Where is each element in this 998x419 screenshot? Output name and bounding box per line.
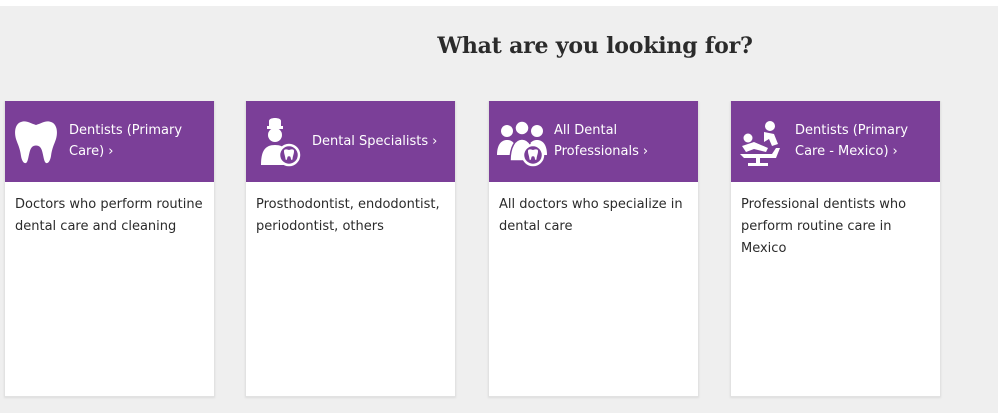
tooth-icon xyxy=(11,117,61,167)
card-dentists-primary-care-mexico-header[interactable]: Dentists (Primary Care - Mexico) › xyxy=(731,101,940,182)
bottom-strip xyxy=(0,413,998,419)
card-description: All doctors who specialize in dental car… xyxy=(499,197,683,234)
card-all-dental-professionals-header[interactable]: All Dental Professionals › xyxy=(489,101,698,182)
card-label-line1: All Dental xyxy=(554,123,618,138)
card-dentists-primary-care-mexico-label[interactable]: Dentists (Primary Care - Mexico) › xyxy=(795,120,935,162)
card-dentists-primary-care-header[interactable]: Dentists (Primary Care) › xyxy=(5,101,214,182)
card-dentists-primary-care-label[interactable]: Dentists (Primary Care) › xyxy=(69,120,209,162)
card-dentists-primary-care-mexico: Dentists (Primary Care - Mexico) › Profes… xyxy=(730,101,941,397)
card-all-dental-professionals-label[interactable]: All Dental Professionals › xyxy=(554,120,694,162)
card-dental-specialists: Dental Specialists › Prosthodontist, endo… xyxy=(245,101,456,397)
card-dental-specialists-header[interactable]: Dental Specialists › xyxy=(246,101,455,182)
card-label-line1: Dentists (Primary xyxy=(795,123,909,138)
card-dental-specialists-label[interactable]: Dental Specialists › xyxy=(312,131,452,152)
card-description: Prosthodontist, endodontist, periodontis… xyxy=(256,197,440,234)
card-label-line2: Professionals xyxy=(554,144,639,159)
card-dentists-primary-care: Dentists (Primary Care) › Doctors who per… xyxy=(4,101,215,397)
chevron-right-icon: › xyxy=(432,134,438,149)
card-label-line2: Care) xyxy=(69,144,105,159)
dental-specialist-icon xyxy=(254,115,302,167)
card-label-line2: Care - Mexico) xyxy=(795,144,889,159)
dental-team-icon xyxy=(495,115,549,167)
card-label-line1: Dentists (Primary xyxy=(69,123,183,138)
card-all-dental-professionals: All Dental Professionals › All doctors wh… xyxy=(488,101,699,397)
card-description: Doctors who perform routine dental care … xyxy=(15,197,203,234)
page-title: What are you looking for? xyxy=(437,33,753,59)
card-description: Professional dentists who perform routin… xyxy=(741,197,907,256)
card-label-line1: Dental Specialists xyxy=(312,134,429,149)
chevron-right-icon: › xyxy=(642,144,649,159)
dentist-chair-icon xyxy=(737,117,787,167)
chevron-right-icon: › xyxy=(108,144,114,159)
chevron-right-icon: › xyxy=(892,144,898,159)
